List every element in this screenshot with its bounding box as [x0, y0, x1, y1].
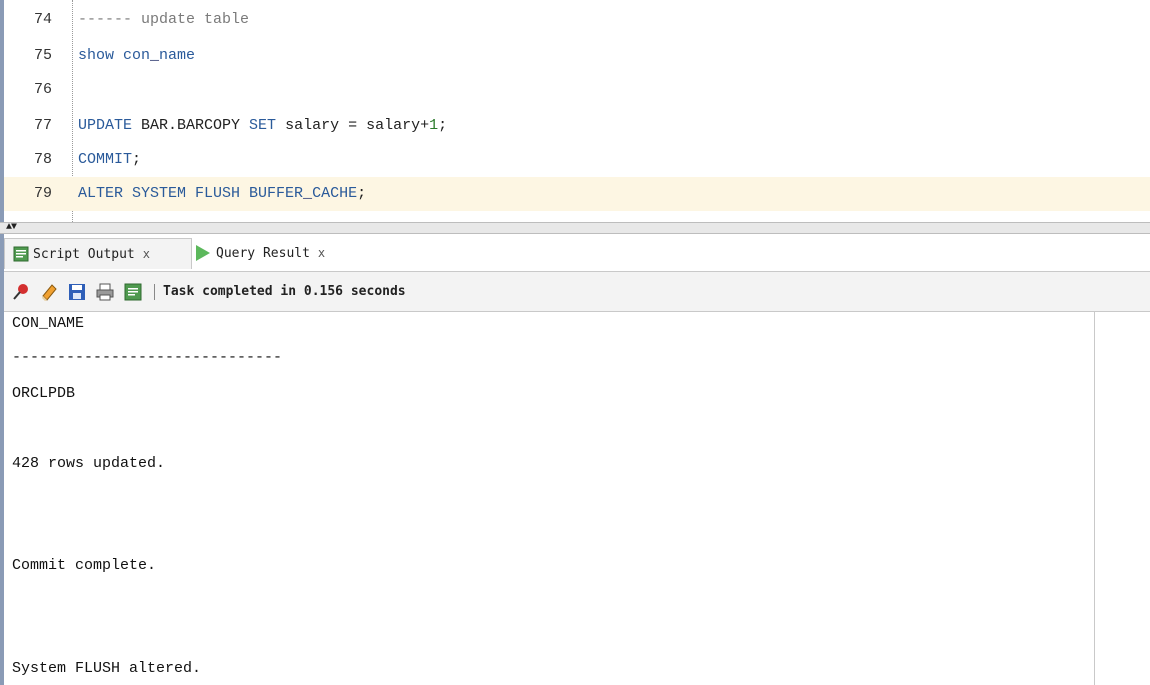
editor-line-77[interactable]: 77 UPDATE BAR.BARCOPY SET salary = salar… [4, 109, 1150, 143]
output-line: ------------------------------ [12, 349, 283, 366]
output-tab-bar: Script Output x Query Result x [4, 234, 1150, 272]
run-icon [196, 245, 210, 261]
code-text: COMMIT; [78, 151, 142, 168]
editor-line-79-current[interactable]: 79 ALTER SYSTEM FLUSH BUFFER_CACHE; [4, 177, 1150, 211]
line-number: 74 [33, 11, 52, 28]
output-scrollbar-area[interactable] [1094, 312, 1150, 685]
code-text: ALTER SYSTEM FLUSH BUFFER_CACHE; [78, 185, 367, 202]
task-status-text: Task completed in 0.156 seconds [163, 284, 406, 299]
code-text: UPDATE BAR.BARCOPY SET salary = salary+1… [78, 117, 448, 134]
script-output-panel[interactable]: CON_NAME ------------------------------ … [4, 312, 1094, 685]
output-line: System FLUSH altered. [12, 660, 202, 677]
close-tab-icon[interactable]: x [143, 247, 150, 261]
output-line: 428 rows updated. [12, 455, 166, 472]
output-line: CON_NAME [12, 315, 85, 332]
code-comment: ------ update table [78, 11, 250, 28]
tab-label: Script Output [33, 246, 135, 262]
line-number: 76 [33, 81, 52, 98]
output-line: Commit complete. [12, 557, 157, 574]
editor-line-76[interactable]: 76 [4, 73, 1150, 107]
line-number: 77 [33, 117, 52, 134]
open-file-icon[interactable] [122, 281, 144, 303]
editor-line-74[interactable]: 74 ------ update table [4, 3, 1150, 37]
line-number: 79 [33, 185, 52, 202]
sql-developer-window: 74 ------ update table 75 show con_name … [0, 0, 1150, 685]
print-icon[interactable] [94, 281, 116, 303]
tab-query-result[interactable]: Query Result x [192, 238, 362, 268]
toolbar-separator [154, 283, 155, 300]
editor-line-75[interactable]: 75 show con_name [4, 39, 1150, 73]
collapse-arrows-icon[interactable]: ▲▼ [6, 223, 17, 233]
panel-splitter[interactable]: ▲▼ [0, 222, 1150, 234]
line-number: 75 [33, 47, 52, 64]
save-icon[interactable] [66, 281, 88, 303]
pin-icon[interactable] [10, 281, 32, 303]
tab-label: Query Result [216, 245, 310, 261]
editor-line-78[interactable]: 78 COMMIT; [4, 143, 1150, 177]
output-toolbar: Task completed in 0.156 seconds [4, 272, 1150, 312]
sql-editor[interactable]: 74 ------ update table 75 show con_name … [4, 0, 1150, 222]
output-line: ORCLPDB [12, 385, 76, 402]
close-tab-icon[interactable]: x [318, 246, 325, 260]
line-number: 78 [33, 151, 52, 168]
eraser-icon[interactable] [38, 281, 60, 303]
script-output-icon [13, 246, 29, 262]
tab-script-output[interactable]: Script Output x [4, 238, 192, 269]
code-text: show con_name [78, 47, 196, 64]
